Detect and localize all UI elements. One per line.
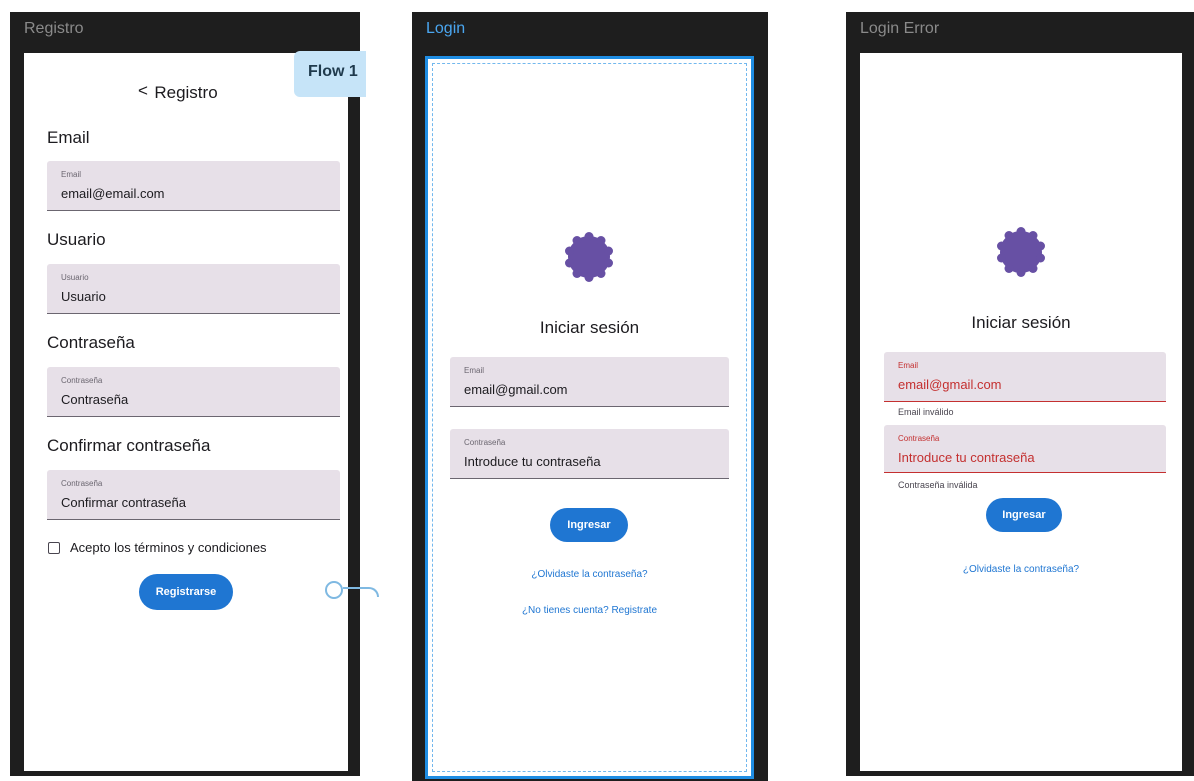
forgot-password-link[interactable]: ¿Olvidaste la contraseña? [428, 569, 751, 580]
flow-start-tag[interactable]: Flow 1 [294, 51, 366, 97]
frame-title-login[interactable]: Login [426, 20, 465, 38]
user-section-label: Usuario [47, 230, 106, 249]
error-email-label: Email [898, 361, 919, 370]
email-field-label: Email [61, 170, 82, 179]
login-heading: Iniciar sesión [539, 318, 640, 337]
design-canvas: Registro < Registro Email Email email@em… [0, 0, 1194, 781]
password-field[interactable]: Contraseña Contraseña [47, 367, 340, 417]
password-field-value: Contraseña [61, 392, 129, 407]
terms-label: Acepto los términos y condiciones [70, 540, 267, 555]
login-email-label: Email [464, 366, 485, 375]
login-password-label: Contraseña [464, 438, 506, 447]
user-field[interactable]: Usuario Usuario [47, 264, 340, 314]
login-submit-button[interactable]: Ingresar [550, 508, 628, 542]
error-password-label: Contraseña [898, 434, 940, 443]
user-field-value: Usuario [61, 289, 106, 304]
password-error-text: Contraseña inválida [898, 480, 978, 490]
email-field[interactable]: Email email@email.com [47, 161, 340, 211]
registro-screen: < Registro Email Email email@email.com U… [24, 53, 348, 771]
error-email-value: email@gmail.com [898, 377, 1002, 392]
error-email-field[interactable]: Email email@gmail.com [884, 352, 1166, 402]
confirm-field-label: Contraseña [61, 479, 103, 488]
flow-connector-line [343, 587, 379, 597]
confirm-field-value: Confirmar contraseña [61, 495, 186, 510]
frame-title-login-error[interactable]: Login Error [860, 20, 939, 38]
terms-checkbox[interactable] [48, 541, 60, 554]
login-error-heading: Iniciar sesión [971, 313, 1071, 332]
frame-login[interactable]: Login Iniciar sesión Email email@gmail.c… [412, 12, 768, 781]
register-link[interactable]: ¿No tienes cuenta? Registrate [428, 605, 751, 616]
error-password-value: Introduce tu contraseña [898, 450, 1035, 465]
confirm-section-label: Confirmar contraseña [47, 436, 211, 455]
user-field-label: Usuario [61, 273, 89, 282]
confirm-password-field[interactable]: Contraseña Confirmar contraseña [47, 470, 340, 520]
login-email-value: email@gmail.com [464, 382, 568, 397]
password-field-label: Contraseña [61, 376, 103, 385]
frame-title-registro[interactable]: Registro [24, 20, 84, 38]
error-password-field[interactable]: Contraseña Introduce tu contraseña [884, 425, 1166, 473]
email-section-label: Email [47, 128, 90, 147]
login-email-field[interactable]: Email email@gmail.com [450, 357, 729, 407]
frame-registro[interactable]: Registro < Registro Email Email email@em… [10, 12, 379, 776]
password-section-label: Contraseña [47, 333, 135, 352]
error-forgot-password-link[interactable]: ¿Olvidaste la contraseña? [860, 564, 1182, 575]
scalloped-badge-icon [565, 232, 613, 282]
register-button[interactable]: Registrarse [139, 574, 233, 610]
frame-login-error[interactable]: Login Error Iniciar sesión Email email@g… [846, 12, 1194, 776]
login-screen[interactable]: Iniciar sesión Email email@gmail.com Con… [425, 56, 754, 779]
email-field-value: email@email.com [61, 186, 165, 201]
flow-connector-node[interactable] [325, 581, 343, 599]
login-password-value: Introduce tu contraseña [464, 454, 601, 469]
email-error-text: Email inválido [898, 407, 954, 417]
login-error-screen: Iniciar sesión Email email@gmail.com Ema… [860, 53, 1182, 771]
login-password-field[interactable]: Contraseña Introduce tu contraseña [450, 429, 729, 479]
scalloped-badge-icon [997, 227, 1045, 277]
terms-checkbox-row[interactable]: Acepto los términos y condiciones [48, 540, 267, 555]
login-error-submit-button[interactable]: Ingresar [986, 498, 1062, 532]
